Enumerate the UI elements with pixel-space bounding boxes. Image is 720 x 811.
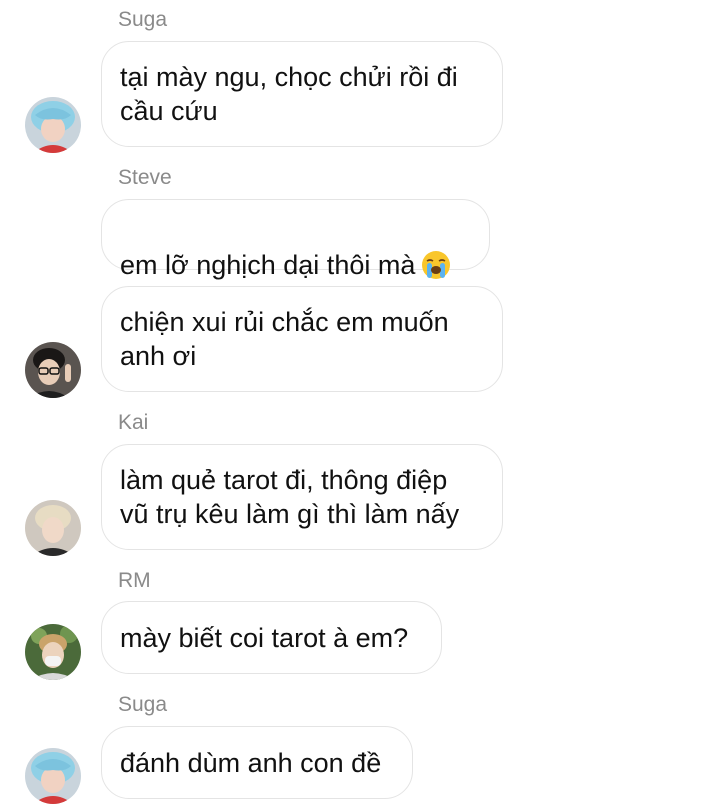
crying-face-icon [421, 216, 451, 288]
message-text: em lỡ nghịch dại thôi mà [120, 182, 451, 288]
sender-name: Suga [118, 8, 168, 31]
kai-avatar[interactable] [25, 500, 81, 556]
steve-avatar[interactable] [25, 342, 81, 398]
message-text: làm quẻ tarot đi, thông điệp vũ trụ kêu … [120, 465, 460, 529]
sender-name: RM [118, 569, 151, 592]
suga-avatar[interactable] [25, 97, 81, 153]
sender-name: Kai [118, 411, 149, 434]
message-text: mày biết coi tarot à em? [120, 622, 409, 653]
message-bubble[interactable]: mày biết coi tarot à em? [101, 601, 442, 674]
message-bubble[interactable]: chiện xui rủi chắc em muốn anh ơi [101, 286, 503, 392]
message-text-content: em lỡ nghịch dại thôi mà [120, 249, 416, 280]
message-bubble[interactable]: làm quẻ tarot đi, thông điệp vũ trụ kêu … [101, 444, 503, 550]
rm-avatar[interactable] [25, 624, 81, 680]
message-bubble[interactable]: tại mày ngu, chọc chửi rồi đi cầu cứu [101, 41, 503, 147]
suga-avatar[interactable] [25, 748, 81, 804]
message-bubble[interactable]: đánh dùm anh con đề [101, 726, 413, 799]
message-text: chiện xui rủi chắc em muốn anh ơi [120, 307, 449, 371]
sender-name: Suga [118, 693, 168, 716]
message-bubble[interactable]: em lỡ nghịch dại thôi mà [101, 199, 490, 280]
message-text: đánh dùm anh con đề [120, 747, 382, 778]
message-text: tại mày ngu, chọc chửi rồi đi cầu cứu [120, 62, 458, 126]
